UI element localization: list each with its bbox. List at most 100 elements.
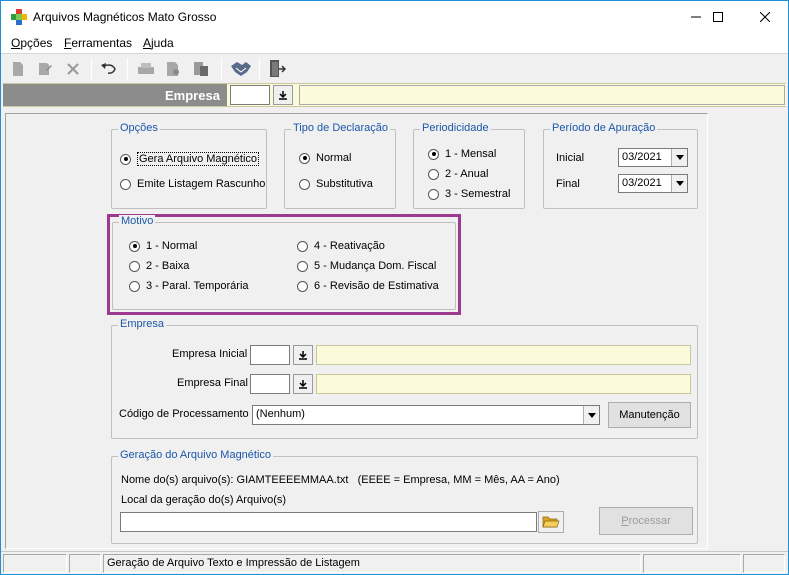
status-panel-2 [69, 554, 101, 573]
radio-indicator [120, 153, 131, 165]
radio-indicator [129, 280, 140, 292]
geracao-legend: Geração do Arquivo Magnético [118, 449, 274, 461]
status-text: Geração de Arquivo Texto e Impressão de … [107, 557, 360, 569]
status-bar: Geração de Arquivo Texto e Impressão de … [1, 551, 788, 574]
periodo-inicial-select[interactable]: 03/2021 [618, 148, 688, 167]
radio-indicator [129, 240, 140, 252]
radio-indicator [428, 188, 439, 200]
empresa-bar: Empresa [3, 83, 786, 107]
window-title: Arquivos Magnéticos Mato Grosso [33, 10, 217, 24]
manutencao-button[interactable]: Manutenção [608, 402, 691, 428]
empresa-final-code-input[interactable] [250, 374, 290, 394]
arrow-down-bar-icon [279, 91, 287, 100]
radio-semestral[interactable]: 3 - Semestral [428, 188, 510, 200]
toolbar-separator [91, 58, 92, 80]
radio-indicator [428, 168, 439, 180]
empresa-inicial-name-field [316, 345, 691, 365]
radio-motivo-normal[interactable]: 1 - Normal [129, 240, 197, 252]
menu-opcoes[interactable]: Opções [11, 36, 52, 50]
radio-motivo-revisao-estimativa[interactable]: 6 - Revisão de Estimativa [297, 280, 439, 292]
empresa-final-lookup-button[interactable] [293, 374, 313, 394]
tipo-declaracao-group: Tipo de Declaração Normal Substitutiva [284, 122, 396, 209]
radio-anual[interactable]: 2 - Anual [428, 168, 488, 180]
radio-motivo-baixa[interactable]: 2 - Baixa [129, 260, 189, 272]
empresa-inicial-lookup-button[interactable] [293, 345, 313, 365]
local-geracao-input[interactable] [120, 512, 537, 532]
motivo-legend: Motivo [119, 215, 156, 227]
database-icon[interactable] [189, 58, 213, 80]
status-panel-5 [743, 554, 785, 573]
chevron-down-icon [671, 149, 687, 166]
radio-indicator [299, 152, 310, 164]
close-icon [760, 12, 770, 22]
empresa-label: Empresa [165, 88, 220, 103]
menu-ferramentas[interactable]: Ferramentas [64, 36, 132, 50]
radio-motivo-mudanca-dom-fiscal[interactable]: 5 - Mudança Dom. Fiscal [297, 260, 436, 272]
chevron-down-icon [671, 175, 687, 192]
exit-door-icon[interactable] [265, 58, 289, 80]
status-panel-1 [3, 554, 67, 573]
status-panel-4 [643, 554, 741, 573]
browse-folder-button[interactable] [538, 511, 564, 533]
arrow-down-bar-icon [299, 351, 307, 360]
radio-indicator [120, 178, 131, 190]
menu-ajuda[interactable]: Ajuda [143, 36, 174, 50]
opcoes-group: Opções Gera Arquivo Magnético Emite List… [111, 122, 267, 209]
motivo-group: Motivo 1 - Normal 2 - Baixa 3 - Paral. T… [112, 215, 456, 310]
radio-indicator [299, 178, 310, 190]
title-bar: Arquivos Magnéticos Mato Grosso [1, 1, 788, 33]
arrow-down-bar-icon [299, 380, 307, 389]
opcoes-legend: Opções [118, 122, 160, 134]
radio-indicator [129, 260, 140, 272]
nome-arquivo-text: Nome do(s) arquivo(s): GIAMTEEEEMMAA.txt… [121, 474, 560, 486]
handshake-icon[interactable] [229, 58, 253, 80]
periodo-apuracao-legend: Período de Apuração [550, 122, 658, 134]
empresa-final-name-field [316, 374, 691, 394]
maximize-icon [713, 12, 723, 22]
codigo-processamento-label: Código de Processamento [119, 408, 249, 420]
delete-icon[interactable] [61, 58, 85, 80]
empresa-label-cell: Empresa [3, 84, 227, 106]
radio-mensal[interactable]: 1 - Mensal [428, 148, 496, 160]
codigo-processamento-select[interactable]: (Nenhum) [252, 405, 600, 425]
empresa-lookup-button[interactable] [273, 85, 293, 105]
new-document-icon[interactable] [6, 58, 30, 80]
empresa-code-input[interactable] [230, 85, 270, 105]
geracao-group: Geração do Arquivo Magnético Nome do(s) … [111, 449, 698, 544]
radio-indicator [297, 240, 308, 252]
toolbar [1, 53, 788, 83]
empresa-final-label: Empresa Final [177, 377, 248, 389]
empresa-inicial-code-input[interactable] [250, 345, 290, 365]
processar-button[interactable]: Processar [599, 507, 693, 535]
periodo-inicial-label: Inicial [556, 152, 585, 164]
periodicidade-group: Periodicidade 1 - Mensal 2 - Anual 3 - S… [413, 122, 525, 209]
undo-icon[interactable] [97, 58, 121, 80]
radio-indicator [297, 280, 308, 292]
app-window: Arquivos Magnéticos Mato Grosso Opções F… [0, 0, 789, 575]
print-icon[interactable] [134, 58, 158, 80]
radio-tipo-substitutiva[interactable]: Substitutiva [299, 178, 373, 190]
local-geracao-label: Local da geração do(s) Arquivo(s) [121, 494, 287, 506]
print-preview-icon[interactable] [161, 58, 185, 80]
radio-motivo-paral-temporaria[interactable]: 3 - Paral. Temporária [129, 280, 249, 292]
radio-motivo-reativacao[interactable]: 4 - Reativação [297, 240, 385, 252]
toolbar-separator [221, 58, 222, 80]
close-button[interactable] [742, 1, 788, 33]
periodicidade-legend: Periodicidade [420, 122, 491, 134]
edit-document-icon[interactable] [33, 58, 57, 80]
periodo-final-label: Final [556, 178, 580, 190]
tipo-declaracao-legend: Tipo de Declaração [291, 122, 390, 134]
toolbar-separator [127, 58, 128, 80]
periodo-apuracao-group: Período de Apuração Inicial 03/2021 Fina… [543, 122, 698, 209]
menu-bar: Opções Ferramentas Ajuda [1, 33, 788, 53]
radio-indicator [297, 260, 308, 272]
empresa-name-field [299, 85, 785, 105]
empresa-inicial-label: Empresa Inicial [172, 348, 248, 360]
app-icon [11, 9, 27, 25]
radio-emite-listagem[interactable]: Emite Listagem Rascunho [120, 178, 265, 190]
radio-gera-arquivo[interactable]: Gera Arquivo Magnético [120, 152, 260, 166]
empresa-legend: Empresa [118, 318, 167, 330]
periodo-final-select[interactable]: 03/2021 [618, 174, 688, 193]
maximize-button[interactable] [695, 1, 741, 33]
radio-tipo-normal[interactable]: Normal [299, 152, 351, 164]
